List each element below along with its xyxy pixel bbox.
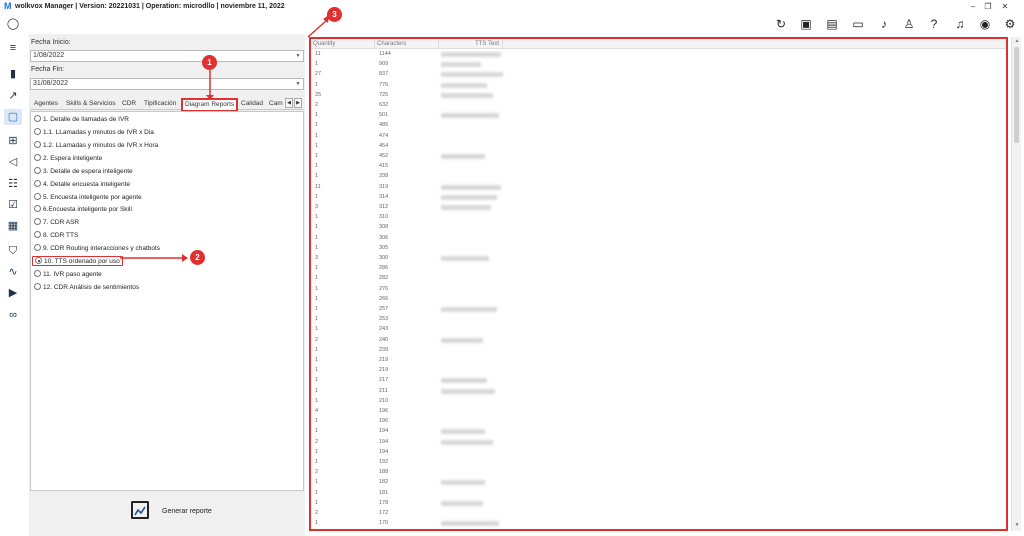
annotation-badge-1: 1 — [202, 55, 217, 70]
annotation-arrows — [120, 15, 329, 262]
annotation-badge-3: 3 — [327, 7, 342, 22]
annotation-badge-2: 2 — [190, 250, 205, 265]
